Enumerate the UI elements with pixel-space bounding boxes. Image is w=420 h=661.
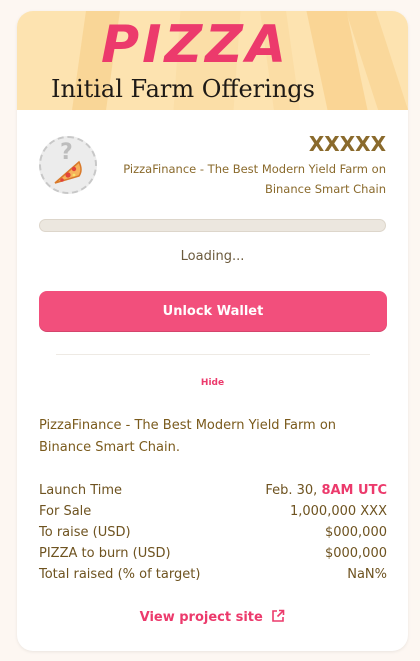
unlock-wallet-button[interactable]: Unlock Wallet [39,291,387,332]
token-name: XXXXX [308,132,386,156]
banner-title: Initial Farm Offerings [51,75,315,103]
detail-row-burn: PIZZA to burn (USD) $000,000 [39,543,387,564]
ifo-header: ? XXXXX PizzaFinance - The Best Modern Y… [17,110,408,210]
hide-details-link[interactable]: Hide [17,378,408,388]
launch-hour: 8AM UTC [321,483,387,498]
ifo-details: Launch Time Feb. 30, 8AM UTC For Sale 1,… [39,480,387,585]
view-project-site-link[interactable]: View project site [17,609,408,625]
detail-row-launch-time: Launch Time Feb. 30, 8AM UTC [39,480,387,501]
external-link-icon [272,609,285,622]
divider [56,354,370,355]
detail-value: 1,000,000 XXX [289,504,387,519]
raise-progress-bar [39,219,386,232]
detail-label: For Sale [39,504,92,519]
detail-value: $000,000 [324,525,387,540]
view-project-site-label: View project site [139,610,263,625]
detail-label: To raise (USD) [39,525,131,540]
project-description: PizzaFinance - The Best Modern Yield Far… [39,418,337,455]
launch-date: Feb. 30, [265,483,318,498]
progress-status: Loading... [180,249,245,264]
detail-row-total-raised: Total raised (% of target) NaN% [39,564,387,585]
ifo-banner: PIZZA Initial Farm Offerings [17,11,408,110]
detail-label: PIZZA to burn (USD) [39,546,171,561]
detail-row-to-raise: To raise (USD) $000,000 [39,522,387,543]
detail-value: Feb. 30, 8AM UTC [265,480,387,501]
pizza-slice-icon [54,160,82,184]
detail-label: Launch Time [39,483,123,498]
detail-label: Total raised (% of target) [39,567,201,582]
token-description: PizzaFinance - The Best Modern Yield Far… [123,162,386,196]
pizza-placeholder-icon: ? [39,136,97,194]
detail-value: $000,000 [324,546,387,561]
detail-value: NaN% [347,567,387,582]
ifo-card: PIZZA Initial Farm Offerings ? XXXXX Piz… [17,11,408,651]
brand-logo: PIZZA [101,15,290,75]
detail-row-for-sale: For Sale 1,000,000 XXX [39,501,387,522]
